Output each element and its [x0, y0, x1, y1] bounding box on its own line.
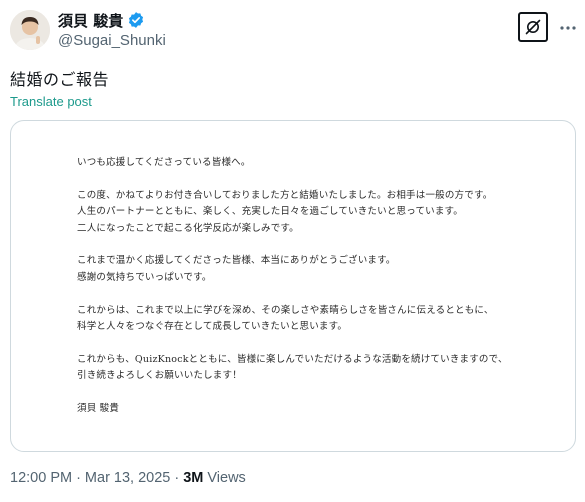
document-spacer — [77, 286, 557, 302]
author-block: 須貝 駿貴 @Sugai_Shunki — [58, 10, 166, 50]
attached-image[interactable]: いつも応援してくださっている皆様へ。この度、かねてよりお付き合いしておりました方… — [10, 120, 576, 452]
tweet: 須貝 駿貴 @Sugai_Shunki 結婚のご報告 Translate pos… — [0, 0, 585, 502]
document-line: これからは、これまで以上に学びを深め、その楽しさや素晴らしさを皆さんに伝えるとと… — [77, 304, 494, 316]
tweet-meta: 12:00 PM · Mar 13, 2025 · 3M Views — [10, 470, 246, 486]
document-line: 二人になったことで起こる化学反応が楽しみです。 — [77, 222, 299, 234]
document-line: 感謝の気持ちでいっぱいです。 — [77, 271, 212, 283]
document-line: この度、かねてよりお付き合いしておりました方と結婚いたしました。お相手は一般の方… — [77, 189, 493, 201]
avatar-image — [10, 10, 50, 50]
document-spacer — [77, 171, 557, 187]
meta-separator: · — [174, 470, 180, 486]
announcement-document: いつも応援してくださっている皆様へ。この度、かねてよりお付き合いしておりました方… — [77, 155, 557, 417]
document-line: 人生のパートナーとともに、楽しく、充実した日々を過ごしていきたいと思っています。 — [77, 206, 464, 218]
handle[interactable]: @Sugai_Shunki — [58, 32, 166, 49]
document-line: これからも、QuizKnockとともに、皆様に楽しんでいただけるような活動を続け… — [77, 353, 508, 365]
views-label: Views — [207, 470, 246, 486]
views-count: 3M — [183, 470, 204, 486]
tweet-text: 結婚のご報告 — [10, 70, 110, 89]
document-line: いつも応援してくださっている皆様へ。 — [77, 157, 251, 168]
tweet-time[interactable]: 12:00 PM — [10, 470, 72, 486]
more-dots-icon — [560, 26, 576, 30]
document-spacer — [77, 335, 557, 351]
display-name[interactable]: 須貝 駿貴 — [58, 10, 123, 31]
name-row: 須貝 駿貴 — [58, 10, 166, 30]
document-spacer — [77, 237, 557, 253]
document-line: 須貝 駿貴 — [77, 403, 120, 415]
document-line: 科学と人々をつなぐ存在として成長していきたいと思います。 — [77, 321, 348, 333]
grok-icon — [525, 19, 541, 35]
translate-post-link[interactable]: Translate post — [10, 94, 92, 109]
verified-badge-icon — [127, 11, 145, 29]
tweet-date[interactable]: Mar 13, 2025 — [85, 470, 170, 486]
grok-button[interactable] — [518, 12, 548, 42]
document-spacer — [77, 385, 557, 401]
more-options-button[interactable] — [558, 18, 578, 38]
document-line: これまで温かく応援してくださった皆様、本当にありがとうございます。 — [77, 255, 396, 267]
document-line: 引き続きよろしくお願いいたします！ — [77, 370, 242, 382]
meta-separator: · — [76, 470, 81, 486]
avatar[interactable] — [10, 10, 50, 50]
